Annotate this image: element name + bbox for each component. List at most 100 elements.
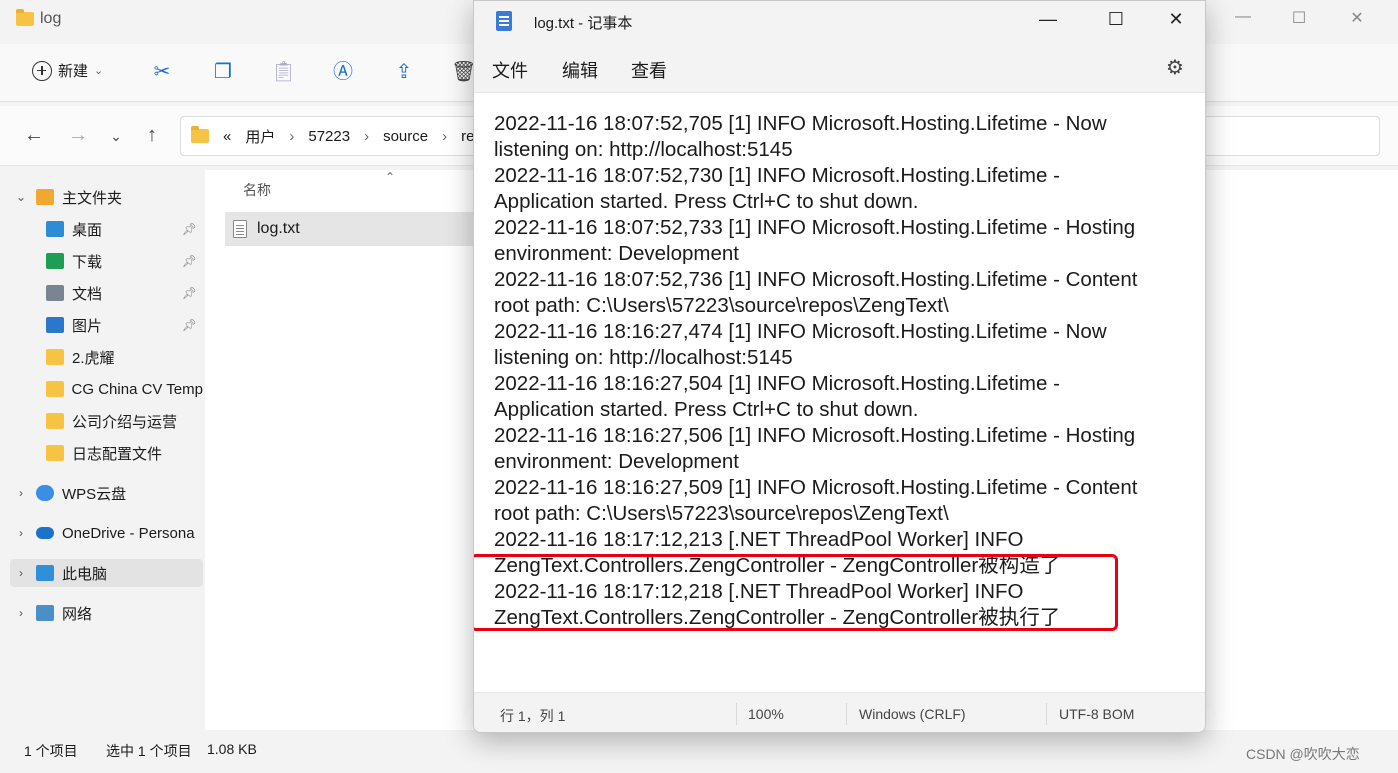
chevron-right-icon[interactable]: › — [14, 606, 28, 620]
minimize-button[interactable]: — — [1028, 9, 1068, 30]
chevron-down-icon: ⌄ — [94, 65, 104, 77]
sidebar-item-quick-access[interactable]: 下载 📌︎ — [46, 247, 203, 275]
breadcrumb-separator-icon: › — [442, 127, 448, 145]
settings-gear-icon[interactable]: ⚙ — [1166, 55, 1184, 80]
back-icon[interactable]: ← — [22, 124, 46, 147]
sidebar-item-label: OneDrive - Persona — [62, 524, 195, 542]
sidebar-item-network[interactable]: › 网络 — [14, 599, 217, 627]
log-line: environment: Development — [494, 242, 739, 265]
log-line: 2022-11-16 18:16:27,509 [1] INFO Microso… — [494, 476, 1138, 499]
explorer-title-text: log — [40, 10, 62, 27]
folder-icon — [46, 349, 64, 365]
log-line: root path: C:\Users\57223\source\repos\Z… — [494, 294, 949, 317]
sidebar-item-label: WPS云盘 — [62, 485, 127, 503]
maximize-button[interactable]: ☐ — [1284, 8, 1314, 28]
sidebar-item-label: 2.虎耀 — [72, 349, 115, 367]
watermark: CSDN @吹吹大恋 — [1246, 746, 1360, 762]
sidebar-item-quick-access[interactable]: 日志配置文件 — [46, 439, 203, 467]
log-line: 2022-11-16 18:17:12,213 [.NET ThreadPool… — [494, 528, 1024, 551]
notepad-app-icon — [496, 11, 512, 31]
status-divider — [846, 703, 847, 725]
maximize-button[interactable]: ☐ — [1096, 9, 1136, 30]
pin-icon[interactable]: 📌︎ — [182, 286, 197, 300]
breadcrumb-prefix[interactable]: « — [223, 128, 231, 145]
sidebar-item-quick-access[interactable]: 文档 📌︎ — [46, 279, 203, 307]
folder-icon — [46, 445, 64, 461]
delete-icon[interactable]: 🗑︎ — [451, 60, 476, 84]
sidebar-item-label: 图片 — [72, 317, 103, 335]
recent-chevron-icon[interactable]: ⌄ — [104, 128, 128, 145]
selected-size: 1.08 KB — [207, 741, 257, 757]
chevron-right-icon[interactable]: › — [14, 486, 28, 500]
breadcrumb-user-id[interactable]: 57223 — [308, 128, 350, 145]
column-header-name[interactable]: 名称 — [243, 180, 271, 200]
sidebar-item-label: CG China CV Temp — [71, 380, 203, 398]
log-line: environment: Development — [494, 450, 739, 473]
menu-file[interactable]: 文件 — [492, 57, 528, 83]
sidebar-item-quick-access[interactable]: 图片 📌︎ — [46, 311, 203, 339]
zoom-level: 100% — [748, 706, 784, 722]
copy-icon[interactable]: ❐ — [211, 60, 235, 84]
log-line: 2022-11-16 18:17:12,218 [.NET ThreadPool… — [494, 580, 1024, 603]
breadcrumb-separator-icon: › — [364, 127, 370, 145]
log-line: ZengText.Controllers.ZengController - Ze… — [494, 606, 1061, 629]
sidebar-item-quick-access[interactable]: 桌面 📌︎ — [46, 215, 203, 243]
document-icon — [46, 285, 64, 301]
notepad-text-area[interactable]: 2022-11-16 18:07:52,705 [1] INFO Microso… — [474, 93, 1205, 692]
notepad-window: log.txt - 记事本 — ☐ ✕ 文件 编辑 查看 ⚙ 2022-11-1… — [473, 0, 1206, 733]
log-line: 2022-11-16 18:07:52,736 [1] INFO Microso… — [494, 268, 1138, 291]
pin-icon[interactable]: 📌︎ — [182, 254, 197, 268]
minimize-button[interactable]: — — [1228, 8, 1258, 26]
up-icon[interactable]: ↑ — [140, 124, 164, 147]
menu-view[interactable]: 查看 — [631, 57, 667, 83]
sidebar-item-quick-access[interactable]: CG China CV Temp — [46, 375, 203, 403]
log-line: 2022-11-16 18:07:52,730 [1] INFO Microso… — [494, 164, 1060, 187]
pin-icon[interactable]: 📌︎ — [182, 318, 197, 332]
file-row-log[interactable]: log.txt — [225, 212, 485, 246]
navigation-pane: ⌄ 主文件夹 桌面 📌︎ 下载 📌︎ 文档 📌︎ 图片 📌︎ 2.虎耀 CG China CV T… — [0, 170, 205, 730]
close-button[interactable]: ✕ — [1342, 8, 1372, 28]
close-button[interactable]: ✕ — [1156, 9, 1196, 30]
item-count: 1 个项目 — [24, 743, 78, 759]
log-line: listening on: http://localhost:5145 — [494, 138, 793, 161]
sidebar-item-label: 文档 — [72, 285, 103, 303]
notepad-status-bar: 行 1，列 1 100% Windows (CRLF) UTF-8 BOM — [474, 692, 1205, 732]
folder-icon — [46, 413, 64, 429]
notepad-titlebar: log.txt - 记事本 — ☐ ✕ — [474, 1, 1205, 41]
chevron-right-icon[interactable]: › — [14, 566, 28, 580]
line-ending: Windows (CRLF) — [859, 706, 966, 722]
sidebar-item-quick-access[interactable]: 2.虎耀 — [46, 343, 203, 371]
onedrive-icon — [36, 527, 54, 539]
explorer-title: log — [16, 9, 62, 28]
sort-ascending-icon: ⌃ — [385, 170, 396, 184]
new-button-label: 新建 — [58, 63, 89, 80]
desktop-icon — [46, 221, 64, 237]
status-divider — [1046, 703, 1047, 725]
sidebar-item-onedrive[interactable]: › OneDrive - Persona — [14, 519, 217, 547]
share-icon[interactable]: ⇪ — [392, 60, 416, 84]
paste-icon[interactable]: 📋︎ — [271, 60, 296, 84]
sidebar-item-label: 桌面 — [72, 221, 103, 239]
menu-edit[interactable]: 编辑 — [562, 57, 598, 83]
chevron-down-icon[interactable]: ⌄ — [14, 190, 28, 204]
log-line: 2022-11-16 18:07:52,733 [1] INFO Microso… — [494, 216, 1136, 239]
selected-count: 选中 1 个项目 — [106, 743, 192, 759]
breadcrumb-source[interactable]: source — [383, 128, 428, 145]
log-line: 2022-11-16 18:16:27,504 [1] INFO Microso… — [494, 372, 1060, 395]
forward-icon[interactable]: → — [66, 124, 90, 147]
computer-icon — [36, 565, 54, 581]
breadcrumb-users[interactable]: 用户 — [245, 126, 275, 147]
rename-icon[interactable]: Ⓐ — [331, 60, 355, 84]
sidebar-item-wps[interactable]: › WPS云盘 — [14, 479, 217, 507]
cut-icon[interactable]: ✂ — [150, 60, 174, 84]
new-button[interactable]: 新建 ⌄ — [32, 60, 103, 81]
notepad-menubar: 文件 编辑 查看 ⚙ — [474, 41, 1205, 93]
sidebar-item-quick-access[interactable]: 公司介绍与运营 — [46, 407, 203, 435]
sidebar-item-home[interactable]: ⌄ 主文件夹 — [14, 183, 217, 211]
chevron-right-icon[interactable]: › — [14, 526, 28, 540]
log-line: listening on: http://localhost:5145 — [494, 346, 793, 369]
sidebar-item-label: 下载 — [72, 253, 103, 271]
log-line: Application started. Press Ctrl+C to shu… — [494, 398, 919, 421]
sidebar-item-this-pc[interactable]: › 此电脑 — [10, 559, 203, 587]
pin-icon[interactable]: 📌︎ — [182, 222, 197, 236]
